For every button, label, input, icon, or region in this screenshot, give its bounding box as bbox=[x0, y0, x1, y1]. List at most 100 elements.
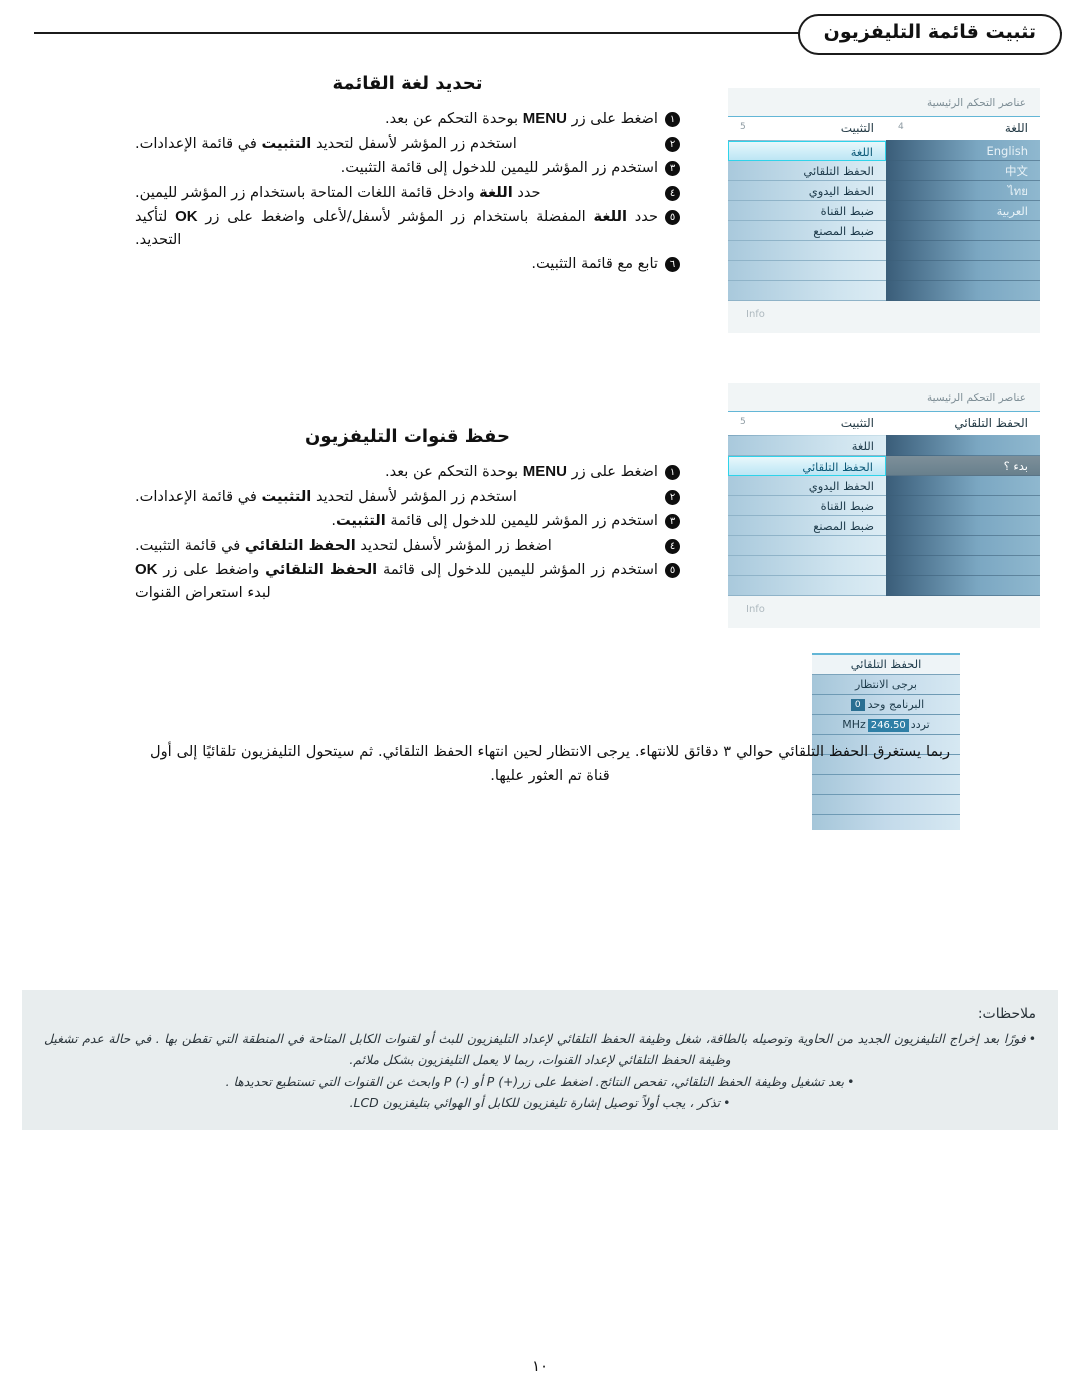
step-text: تابع مع قائمة التثبيت. bbox=[531, 254, 658, 272]
osd-value-row-empty bbox=[886, 241, 1040, 261]
step-text: استخدم زر المؤشر لليمين للدخول إلى قائمة… bbox=[331, 512, 658, 530]
autostore-description-paragraph: ربما يستغرق الحفظ التلقائي حوالي ٣ دقائق… bbox=[150, 743, 951, 784]
osd-value-row-empty bbox=[886, 496, 1040, 516]
osd-menu-item-channel-setup[interactable]: ضبط القناة bbox=[728, 496, 886, 516]
osd-menu-item-factory-setup[interactable]: ضبط المصنع bbox=[728, 516, 886, 536]
bullet-icon: • bbox=[1028, 1031, 1036, 1046]
step-number: ٤ bbox=[665, 185, 680, 201]
note-item: •تذكر ، يجب أولاً توصيل إشارة تليفزيون ل… bbox=[349, 1094, 731, 1110]
step-item: ٤ حدد اللغة وادخل قائمة اللغات المتاحة ب… bbox=[135, 182, 680, 204]
osd-menu-column: اللغة الحفظ التلقائي الحفظ اليدوي ضبط ال… bbox=[728, 140, 886, 301]
osd-menu-item-language[interactable]: اللغة bbox=[728, 141, 886, 161]
osd-value-column: English 中文 ไทย العربية bbox=[886, 140, 1040, 301]
osd-menu-item-factory-setup[interactable]: ضبط المصنع bbox=[728, 221, 886, 241]
osd-menu-item-autostore[interactable]: الحفظ التلقائي bbox=[728, 161, 886, 181]
osd-breadcrumb: عناصر التحكم الرئيسية bbox=[926, 97, 1026, 109]
progress-row-empty bbox=[812, 815, 960, 830]
step-number: ٢ bbox=[665, 490, 680, 506]
osd-column-header-installation: التثبيت 5 bbox=[740, 416, 874, 430]
section-1-step-list: ١ اضغط على زر MENU بوحدة التحكم عن بعد. … bbox=[135, 108, 680, 274]
step-text: استخدم زر المؤشر لليمين للدخول إلى قائمة… bbox=[135, 560, 658, 601]
osd-value-row-empty bbox=[886, 476, 1040, 496]
program-value: 0 bbox=[850, 699, 865, 711]
step-item: ١ اضغط على زر MENU بوحدة التحكم عن بعد. bbox=[135, 108, 680, 131]
step-text: اضغط زر المؤشر لأسفل لتحديد الحفظ التلقا… bbox=[135, 536, 552, 554]
frequency-unit: MHz bbox=[842, 718, 866, 731]
note-item: •بعد تشغيل وظيفة الحفظ التلقائي، تفحص ال… bbox=[225, 1073, 855, 1089]
osd-value-row[interactable]: English bbox=[886, 141, 1040, 161]
step-text: اضغط على زر MENU بوحدة التحكم عن بعد. bbox=[384, 463, 658, 481]
osd-column-count: 5 bbox=[740, 417, 746, 427]
osd-value-row-start[interactable]: بدء ؟ bbox=[886, 456, 1040, 476]
step-text: استخدم زر المؤشر لأسفل لتحديد التثبيت في… bbox=[135, 488, 517, 506]
osd-menu-item-channel-setup[interactable]: ضبط القناة bbox=[728, 201, 886, 221]
step-item: ٣ استخدم زر المؤشر لليمين للدخول إلى قائ… bbox=[135, 510, 680, 532]
step-number: ٥ bbox=[665, 209, 680, 225]
bullet-icon: • bbox=[847, 1073, 855, 1089]
osd-value-row-empty bbox=[886, 261, 1040, 281]
osd-menu-row-empty bbox=[728, 281, 886, 301]
program-label: البرنامج وحد bbox=[867, 698, 925, 711]
osd-column-headers: اللغة 4 التثبيت 5 bbox=[728, 116, 1040, 140]
osd-column-header-autostore: الحفظ التلقائي bbox=[954, 416, 1028, 430]
section-store-channels: حفظ قنوات التليفزيون ١ اضغط على زر MENU … bbox=[135, 425, 680, 606]
step-item: ٣ استخدم زر المؤشر لليمين للدخول إلى قائ… bbox=[135, 157, 680, 179]
osd-value-column: بدء ؟ bbox=[886, 435, 1040, 596]
osd-autostore-menu: عناصر التحكم الرئيسية الحفظ التلقائي الت… bbox=[728, 383, 1040, 628]
progress-title: الحفظ التلقائي bbox=[812, 655, 960, 675]
osd-column-header-installation: التثبيت 5 bbox=[740, 121, 874, 135]
osd-value-row[interactable]: ไทย bbox=[886, 181, 1040, 201]
osd-column-headers: الحفظ التلقائي التثبيت 5 bbox=[728, 411, 1040, 435]
step-item: ٢ استخدم زر المؤشر لأسفل لتحديد التثبيت … bbox=[135, 486, 680, 508]
step-item: ٤ اضغط زر المؤشر لأسفل لتحديد الحفظ التل… bbox=[135, 535, 680, 557]
osd-body: English 中文 ไทย العربية اللغة الحفظ التلق… bbox=[728, 140, 1040, 301]
step-text: حدد اللغة وادخل قائمة اللغات المتاحة باس… bbox=[135, 183, 541, 201]
step-text: استخدم زر المؤشر لليمين للدخول إلى قائمة… bbox=[340, 159, 658, 177]
page-header: تثبيت قائمة التليفزيون bbox=[34, 14, 1062, 68]
osd-language-menu: عناصر التحكم الرئيسية اللغة 4 التثبيت 5 … bbox=[728, 88, 1040, 333]
step-number: ٦ bbox=[665, 256, 680, 272]
notes-title: ملاحظات: bbox=[977, 1006, 1036, 1022]
note-item: •فورًا بعد إخراج التليفزيون الجديد من ال… bbox=[44, 1031, 1036, 1068]
notes-box: ملاحظات: •فورًا بعد إخراج التليفزيون الج… bbox=[22, 990, 1058, 1130]
step-number: ١ bbox=[665, 465, 680, 481]
osd-menu-row-empty bbox=[728, 261, 886, 281]
step-number: ٢ bbox=[665, 137, 680, 153]
step-item: ٦ تابع مع قائمة التثبيت. bbox=[135, 253, 680, 275]
section-2-step-list: ١ اضغط على زر MENU بوحدة التحكم عن بعد. … bbox=[135, 461, 680, 603]
frequency-label: تردد bbox=[910, 718, 930, 731]
osd-value-row-empty bbox=[886, 576, 1040, 596]
osd-menu-item-autostore[interactable]: الحفظ التلقائي bbox=[728, 456, 886, 476]
osd-menu-row-empty bbox=[728, 576, 886, 596]
step-number: ١ bbox=[665, 112, 680, 128]
osd-value-row-empty bbox=[886, 556, 1040, 576]
step-item: ٥ استخدم زر المؤشر لليمين للدخول إلى قائ… bbox=[135, 559, 680, 604]
frequency-value: 246.50 bbox=[867, 718, 909, 732]
progress-status: برجى الانتظار bbox=[812, 675, 960, 695]
osd-value-row-empty bbox=[886, 281, 1040, 301]
osd-value-row[interactable]: العربية bbox=[886, 201, 1040, 221]
step-number: ٥ bbox=[665, 562, 680, 578]
progress-program: البرنامج وحد0 bbox=[812, 695, 960, 715]
step-number: ٣ bbox=[665, 161, 680, 177]
progress-row-empty bbox=[812, 795, 960, 815]
osd-menu-item-manualstore[interactable]: الحفظ اليدوي bbox=[728, 476, 886, 496]
osd-column-header-language: اللغة 4 bbox=[898, 121, 1028, 135]
step-item: ١ اضغط على زر MENU بوحدة التحكم عن بعد. bbox=[135, 461, 680, 484]
osd-value-row-empty bbox=[886, 536, 1040, 556]
osd-info-label: Info bbox=[746, 309, 765, 320]
bullet-icon: • bbox=[723, 1094, 731, 1110]
section-1-title: تحديد لغة القائمة bbox=[332, 73, 483, 94]
osd-menu-row-empty bbox=[728, 241, 886, 261]
page-number: ١٠ bbox=[531, 1357, 549, 1375]
osd-breadcrumb: عناصر التحكم الرئيسية bbox=[926, 392, 1026, 404]
osd-menu-item-manualstore[interactable]: الحفظ اليدوي bbox=[728, 181, 886, 201]
osd-menu-column: اللغة الحفظ التلقائي الحفظ اليدوي ضبط ال… bbox=[728, 435, 886, 596]
osd-column-count: 4 bbox=[898, 122, 904, 132]
osd-menu-item-language[interactable]: اللغة bbox=[728, 436, 886, 456]
osd-value-row-empty bbox=[886, 436, 1040, 456]
osd-menu-row-empty bbox=[728, 556, 886, 576]
step-item: ٢ استخدم زر المؤشر لأسفل لتحديد التثبيت … bbox=[135, 133, 680, 155]
osd-value-row[interactable]: 中文 bbox=[886, 161, 1040, 181]
osd-info-label: Info bbox=[746, 604, 765, 615]
